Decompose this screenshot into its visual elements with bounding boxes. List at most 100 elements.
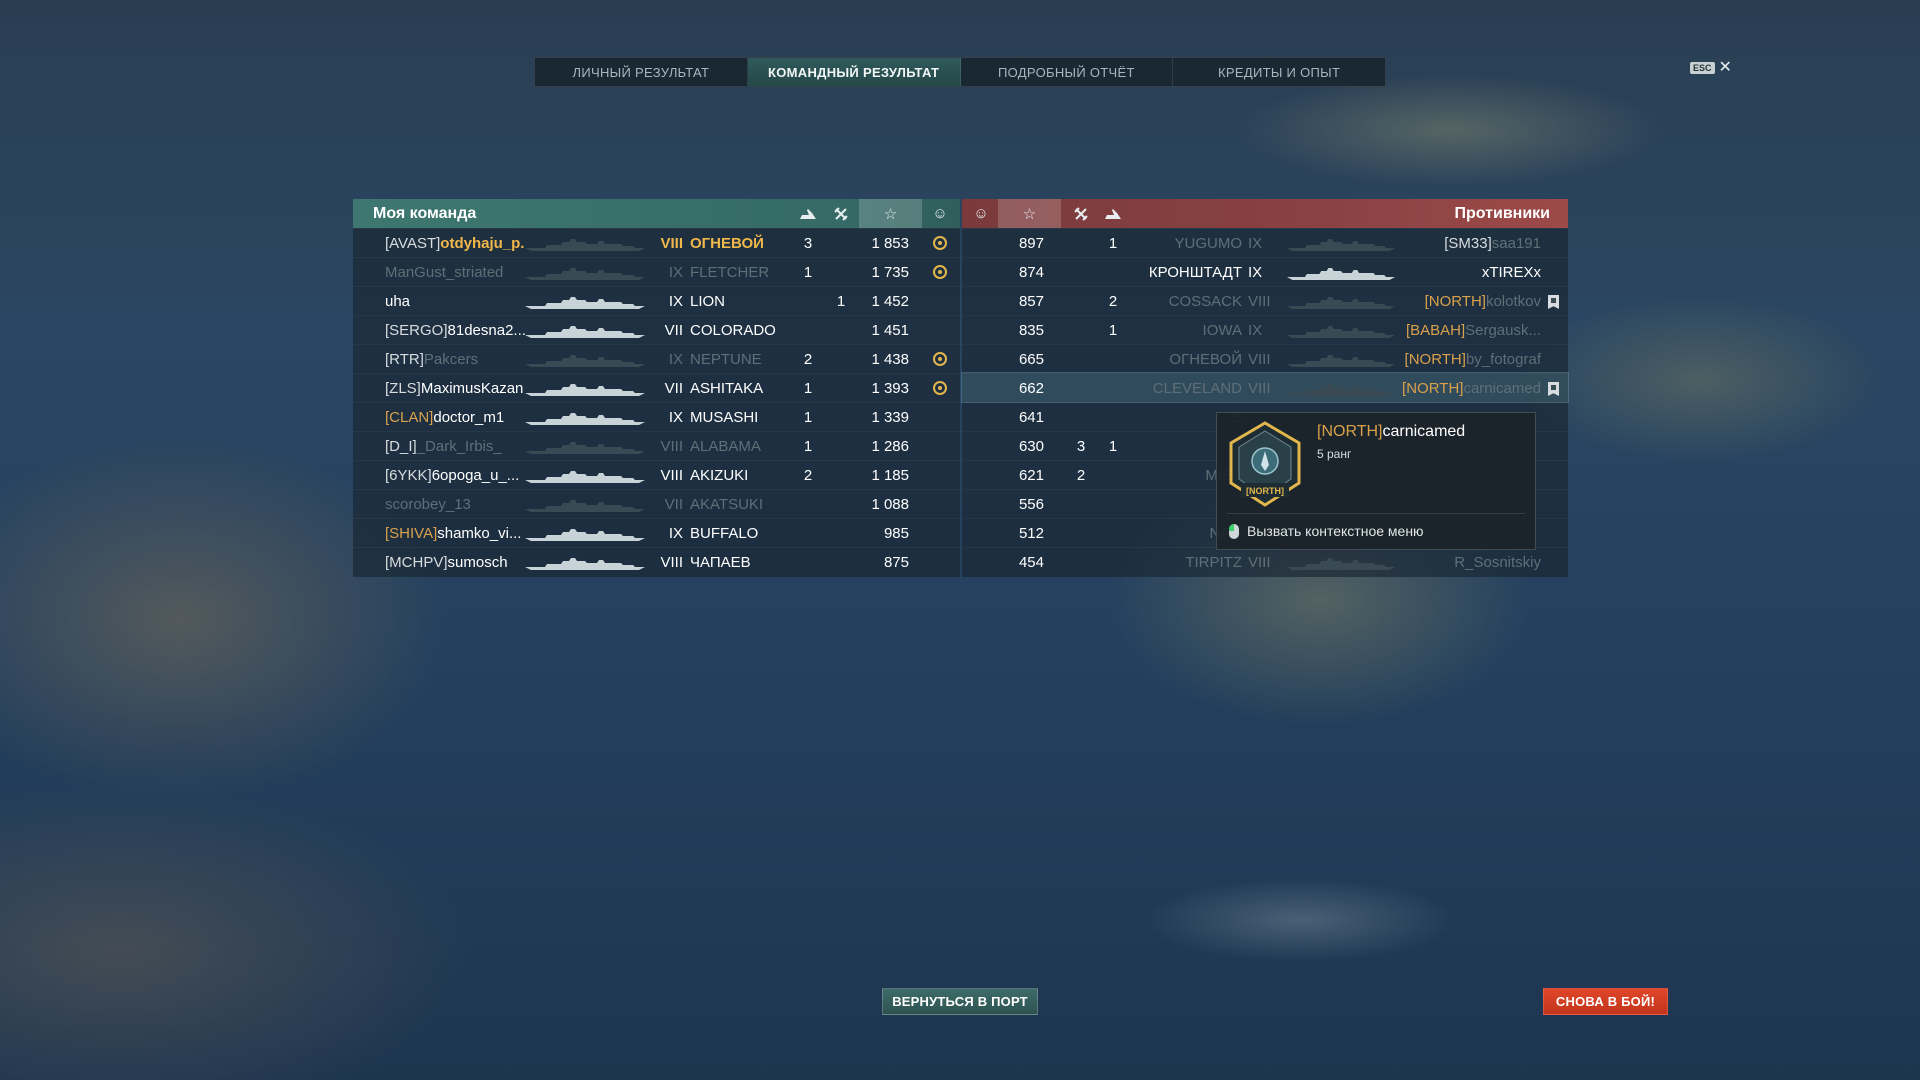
table-row[interactable]: [SHIVA]shamko_vi... IX BUFFALO 985 xyxy=(353,518,960,547)
ship-silhouette-icon xyxy=(1287,557,1395,570)
table-row[interactable]: [AVAST]otdyhaju_p... VIII ОГНЕВОЙ 3 1 853 xyxy=(353,228,960,257)
player-name: scorobey_13 xyxy=(385,496,471,513)
medal-icon xyxy=(933,352,947,366)
planes-destroyed xyxy=(795,316,821,345)
ship-silhouette-icon xyxy=(525,412,645,425)
table-row[interactable]: 662 CLEVELAND VIII [NORTH]carnicamed xyxy=(961,372,1569,403)
ship-tier: VIII xyxy=(1248,380,1271,397)
base-xp-score: 985 xyxy=(883,525,909,542)
table-row[interactable]: scorobey_13 VII AKATSUKI 1 088 xyxy=(353,489,960,518)
table-row[interactable]: [D_I]_Dark_Irbis_ VIII ALABAMA 1 1 286 xyxy=(353,431,960,460)
ship-silhouette-icon xyxy=(525,528,645,541)
player-name: R_Sosnitskiy xyxy=(1454,554,1541,571)
ships-destroyed xyxy=(1068,490,1094,519)
player-cell: [SM33]saa191 xyxy=(1386,229,1541,258)
score-star-icon[interactable]: ☆ xyxy=(998,199,1061,228)
player-cell: [NORTH]by_fotograf xyxy=(1386,345,1541,374)
planes-destroyed xyxy=(795,548,821,577)
planes-destroyed xyxy=(795,287,821,316)
base-xp-score: 1 339 xyxy=(871,409,909,426)
table-row[interactable]: 454 TIRPITZ VIII R_Sosnitskiy xyxy=(962,547,1568,576)
table-row[interactable]: [CLAN]doctor_m1 IX MUSASHI 1 1 339 xyxy=(353,402,960,431)
player-cell: [NORTH]carnicamed xyxy=(1386,374,1541,403)
table-row[interactable]: 897 1 YUGUMO IX [SM33]saa191 xyxy=(962,228,1568,257)
ship-name: COLORADO xyxy=(690,322,776,339)
tooltip-divider xyxy=(1227,513,1525,514)
table-row[interactable]: [ZLS]MaximusKazan VII ASHITAKA 1 1 393 xyxy=(353,373,960,402)
table-row[interactable]: 857 2 COSSACK VIII [NORTH]kolotkov xyxy=(962,286,1568,315)
battle-again-button[interactable]: СНОВА В БОЙ! xyxy=(1543,988,1668,1015)
table-row[interactable]: [SERGO]81desna2... VII COLORADO 1 451 xyxy=(353,315,960,344)
planes-destroyed xyxy=(1100,345,1126,374)
ship-name: AKATSUKI xyxy=(690,496,764,513)
planes-destroyed xyxy=(1100,461,1126,490)
ship-name: YUGUMO xyxy=(1174,235,1243,252)
table-row[interactable]: uha IX LION 1 1 452 xyxy=(353,286,960,315)
planes-destroyed xyxy=(1100,374,1126,403)
player-name: sumosch xyxy=(447,554,508,571)
base-xp-score: 1 451 xyxy=(871,322,909,339)
score-star-icon[interactable]: ☆ xyxy=(859,199,922,228)
ship-tier: VIII xyxy=(660,467,683,484)
ship-silhouette-icon xyxy=(525,441,645,454)
tab-credits-xp[interactable]: КРЕДИТЫ И ОПЫТ xyxy=(1173,58,1385,86)
table-row[interactable]: [MCHPV]sumosch VIII ЧАПАЕВ 875 xyxy=(353,547,960,576)
clan-tag: [AVAST] xyxy=(385,235,441,252)
base-xp-score: 512 xyxy=(1018,525,1044,542)
table-row[interactable]: 874 КРОНШТАДТ IX xTIREXx xyxy=(962,257,1568,286)
ships-destroyed xyxy=(1068,287,1094,316)
table-row[interactable]: 665 ОГНЕВОЙ VIII [NORTH]by_fotograf xyxy=(962,344,1568,373)
planes-destroyed: 1 xyxy=(803,380,813,397)
tab-personal-result[interactable]: ЛИЧНЫЙ РЕЗУЛЬТАТ xyxy=(535,58,748,86)
ship-tier: IX xyxy=(1248,235,1263,252)
ship-name: CLEVELAND xyxy=(1152,380,1242,397)
enemy-team-title: Противники xyxy=(1454,204,1551,222)
close-icon: ✕ xyxy=(1718,59,1732,76)
ships-destroyed xyxy=(1068,403,1094,432)
player-name: _Dark_Irbis_ xyxy=(416,438,502,455)
crossed-swords-icon[interactable] xyxy=(828,199,854,228)
table-row[interactable]: 835 1 IOWA IX [BABAH]Sergausk... xyxy=(962,315,1568,344)
return-to-port-button[interactable]: ВЕРНУТЬСЯ В ПОРТ xyxy=(882,988,1038,1015)
context-menu-hint: Вызвать контекстное меню xyxy=(1229,523,1424,539)
medal-icon[interactable]: ☺ xyxy=(925,199,955,228)
base-xp-score: 1 438 xyxy=(871,351,909,368)
ships-destroyed: 2 xyxy=(1076,467,1086,484)
player-name: otdyhaju_p... xyxy=(440,235,525,252)
player-name: 81desna2... xyxy=(447,322,525,339)
table-row[interactable]: [RTR]Pakcers IX NEPTUNE 2 1 438 xyxy=(353,344,960,373)
ship-silhouette-icon xyxy=(525,383,645,396)
player-cell: xTIREXx xyxy=(1386,258,1541,287)
player-cell: [6YKK]6opoga_u_... xyxy=(385,461,525,490)
close-button[interactable]: ESC ✕ xyxy=(1690,60,1732,76)
ship-silhouette-icon xyxy=(525,296,645,309)
medal-icon xyxy=(933,265,947,279)
player-tooltip: [NORTH] [NORTH]carnicamed 5 ранг Вызвать… xyxy=(1216,412,1536,550)
plane-icon[interactable] xyxy=(1100,199,1126,228)
table-row[interactable]: ManGust_striated IX FLETCHER 1 1 735 xyxy=(353,257,960,286)
ships-destroyed xyxy=(828,519,854,548)
ships-destroyed xyxy=(1068,345,1094,374)
player-cell: [AVAST]otdyhaju_p... xyxy=(385,229,525,258)
tooltip-rank: 5 ранг xyxy=(1317,447,1352,461)
tab-detailed-report[interactable]: ПОДРОБНЫЙ ОТЧЁТ xyxy=(961,58,1174,86)
ship-silhouette-icon xyxy=(525,267,645,280)
clan-badge-icon: [NORTH] xyxy=(1229,421,1301,507)
medal-icon[interactable]: ☺ xyxy=(966,199,996,228)
planes-destroyed xyxy=(795,519,821,548)
medal-icon xyxy=(933,381,947,395)
tab-team-result[interactable]: КОМАНДНЫЙ РЕЗУЛЬТАТ xyxy=(747,58,961,86)
plane-icon[interactable] xyxy=(795,199,821,228)
esc-key-label: ESC xyxy=(1690,62,1715,74)
player-cell: [D_I]_Dark_Irbis_ xyxy=(385,432,525,461)
ship-name: ОГНЕВОЙ xyxy=(690,235,764,252)
clan-tag: [RTR] xyxy=(385,351,424,368)
clan-tag: [6YKK] xyxy=(385,467,432,484)
table-row[interactable]: [6YKK]6opoga_u_... VIII AKIZUKI 2 1 185 xyxy=(353,460,960,489)
crossed-swords-icon[interactable] xyxy=(1068,199,1094,228)
division-flag-icon xyxy=(1548,382,1559,396)
tooltip-player: [NORTH]carnicamed xyxy=(1317,423,1465,441)
ships-destroyed xyxy=(1068,316,1094,345)
ships-destroyed xyxy=(828,548,854,577)
my-team-title: Моя команда xyxy=(373,204,477,222)
